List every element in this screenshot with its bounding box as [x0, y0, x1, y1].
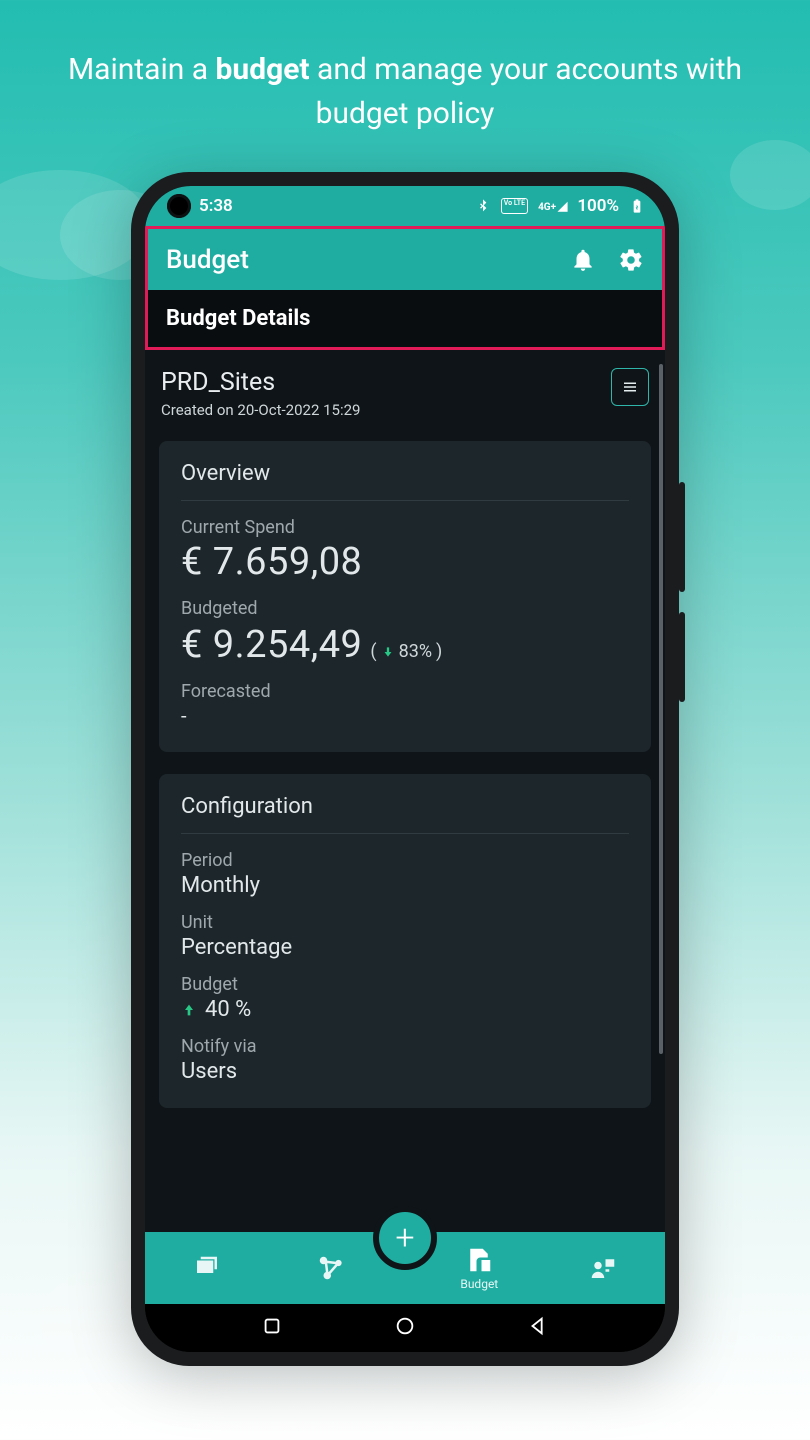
- overview-card: Overview Current Spend € 7.659,08 Budget…: [159, 441, 651, 752]
- arrow-up-icon: [181, 1002, 197, 1018]
- page-title: Budget: [166, 245, 249, 275]
- section-title: Budget Details: [166, 306, 310, 331]
- unit-label: Unit: [181, 912, 629, 933]
- status-bar: 5:38 Vo LTE 4G+ 100%: [145, 186, 665, 226]
- unit-value: Percentage: [181, 935, 629, 960]
- configuration-card: Configuration Period Monthly Unit Percen…: [159, 774, 651, 1108]
- battery-text: 100%: [577, 196, 619, 216]
- fab-add-button[interactable]: +: [373, 1206, 437, 1270]
- promo-headline: Maintain a budget and manage your accoun…: [0, 48, 810, 135]
- bottom-nav: Budget +: [145, 1232, 665, 1304]
- status-icons: Vo LTE 4G+ 100%: [475, 196, 645, 216]
- nav-tab-4[interactable]: [541, 1232, 665, 1304]
- current-spend-label: Current Spend: [181, 517, 629, 538]
- android-nav-bar: [145, 1304, 665, 1352]
- budget-cfg-value: 40 %: [181, 997, 629, 1022]
- app-header: Budget: [145, 226, 665, 290]
- nav-tab-budget-label: Budget: [460, 1277, 498, 1291]
- forecasted-value: -: [181, 704, 629, 728]
- config-title: Configuration: [181, 794, 629, 834]
- period-label: Period: [181, 850, 629, 871]
- budgeted-label: Budgeted: [181, 598, 629, 619]
- forecasted-label: Forecasted: [181, 681, 629, 702]
- phone-mockup: 5:38 Vo LTE 4G+ 100% Budget Budget Detai…: [131, 172, 679, 1366]
- network-4g-icon: 4G+: [538, 199, 567, 213]
- budget-cfg-label: Budget: [181, 974, 629, 995]
- gear-icon[interactable]: [618, 247, 644, 273]
- bluetooth-icon: [475, 198, 491, 214]
- android-recents-button[interactable]: [261, 1315, 283, 1341]
- notify-label: Notify via: [181, 1036, 629, 1057]
- bell-icon[interactable]: [570, 247, 596, 273]
- network-icon: [316, 1253, 346, 1283]
- overview-title: Overview: [181, 461, 629, 501]
- budgeted-pct: ( 83%): [370, 641, 442, 662]
- battery-icon: [629, 198, 645, 214]
- budget-menu-button[interactable]: [611, 368, 649, 406]
- camera-hole: [167, 194, 191, 218]
- volte-badge: Vo LTE: [501, 198, 528, 214]
- section-title-bar: Budget Details: [145, 290, 665, 350]
- current-spend-value: € 7.659,08: [181, 540, 629, 584]
- period-value: Monthly: [181, 873, 629, 898]
- budget-name: PRD_Sites: [161, 368, 360, 397]
- nav-tab-1[interactable]: [145, 1232, 269, 1304]
- budget-created: Created on 20-Oct-2022 15:29: [161, 401, 360, 419]
- android-back-button[interactable]: [527, 1315, 549, 1341]
- status-time: 5:38: [199, 196, 233, 216]
- arrow-down-icon: [381, 645, 395, 659]
- budget-icon: [464, 1245, 494, 1275]
- content-area[interactable]: PRD_Sites Created on 20-Oct-2022 15:29 O…: [145, 350, 665, 1232]
- android-home-button[interactable]: [394, 1315, 416, 1341]
- hamburger-icon: [621, 378, 639, 396]
- notify-value: Users: [181, 1059, 629, 1084]
- card-stack-icon: [192, 1253, 222, 1283]
- budgeted-value: € 9.254,49: [181, 623, 362, 667]
- user-monitor-icon: [588, 1253, 618, 1283]
